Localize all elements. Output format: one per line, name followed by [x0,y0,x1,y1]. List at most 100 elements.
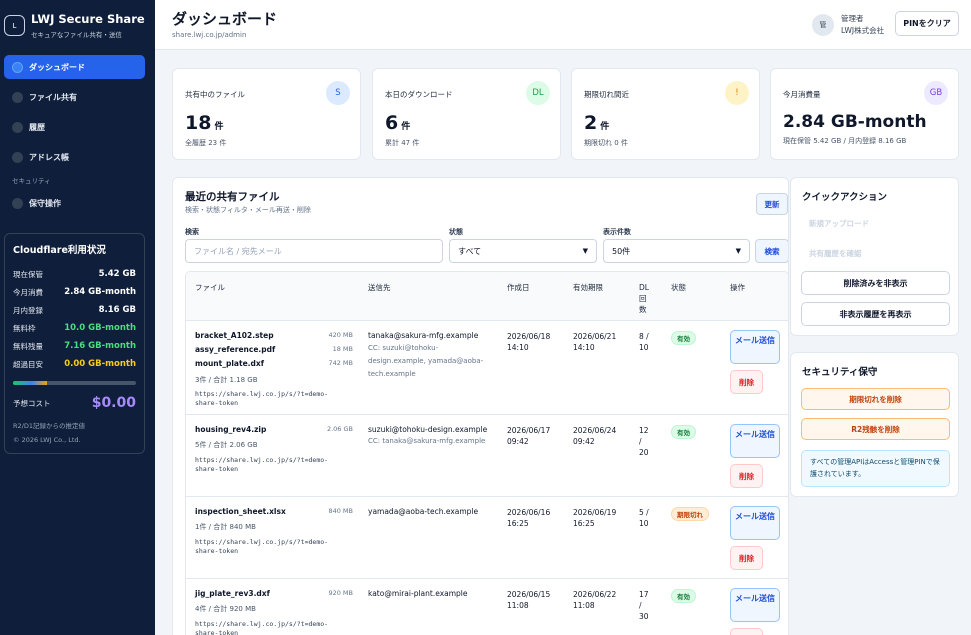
file-summary: 1件 / 合計 840 MB [195,523,256,531]
sidebar-item-maintenance[interactable]: 保守操作 [4,191,145,215]
created-date: 2026/06/18 14:10 [507,332,551,352]
search-input[interactable] [185,239,443,263]
delete-button[interactable]: 削除 [730,628,763,635]
expires-date: 2026/06/22 11:08 [573,590,617,610]
stat-number: 2.84 GB-month [783,112,927,132]
security-maintenance-panel: セキュリティ保守 期限切れを削除 R2残骸を削除 すべての管理APIはAcces… [790,352,959,497]
file-name: bracket_A102.step [195,331,274,340]
brand-title: LWJ Secure Share [31,12,145,26]
usage-label: 今月消費 [13,287,43,297]
share-link[interactable]: https://share.lwj.co.jp/s/?t=demo-share-… [195,620,345,635]
stat-unit: 件 [600,122,610,132]
stat-number: 2 [584,112,598,134]
stat-sub: 期限切れ 0 件 [584,139,628,147]
hide-deleted-button[interactable]: 削除済みを非表示 [801,271,950,295]
usage-row: 超過目安 0.00 GB-month [13,355,136,373]
dl-count: 8 / 10 [639,332,649,352]
cost-label: 予想コスト [13,398,51,408]
usage-progress-bar [13,381,136,385]
column-dl-count: DL回数 [639,283,649,314]
count-select[interactable]: 50件 ▼ [603,239,750,263]
stat-card-downloads: DL 本日のダウンロード 6件 累計 47 件 [372,68,561,160]
show-hidden-history-button[interactable]: 非表示履歴を再表示 [801,302,950,326]
stat-card-expiring: ! 期限切れ間近 2件 期限切れ 0 件 [571,68,760,160]
file-summary: 4件 / 合計 920 MB [195,605,256,613]
security-title: セキュリティ保守 [802,367,878,378]
stat-label: 期限切れ間近 [584,90,629,99]
usage-label: 現在保管 [13,269,43,279]
send-mail-button[interactable]: メール送信 [730,588,780,622]
file-name: assy_reference.pdf [195,345,276,354]
sidebar-item-label: アドレス帳 [29,152,69,162]
file-size: 742 MB [328,359,353,367]
brand: L LWJ Secure Share セキュアなファイル共有・送信 [0,0,155,39]
stat-card-shared-files: S 共有中のファイル 18 件 全履歴 23 件 [172,68,361,160]
security-note: すべての管理APIはAccessと管理PINで保護されています。 [801,450,950,487]
sidebar-item-address-book[interactable]: アドレス帳 [4,145,145,169]
delete-r2-orphans-button[interactable]: R2残骸を削除 [801,418,950,440]
file-share-icon [12,91,23,103]
sidebar-item-history[interactable]: 履歴 [4,115,145,139]
search-label: 検索 [185,228,199,236]
cloudflare-usage-panel: Cloudflare利用状況 現在保管 5.42 GB 今月消費 2.84 GB-m… [4,233,145,454]
stat-sub: 現在保管 5.42 GB / 月内登録 8.16 GB [783,137,907,145]
share-link[interactable]: https://share.lwj.co.jp/s/?t=demo-share-… [195,456,345,474]
send-mail-button[interactable]: メール送信 [730,330,780,364]
stat-value: 6件 [385,112,548,134]
created-date: 2026/06/17 09:42 [507,426,551,446]
status-badge: 有効 [671,331,696,345]
header: ダッシュボード share.lwj.co.jp/admin 管 管理者 LWJ株… [155,0,971,50]
avatar: 管 [812,14,834,36]
usage-label: 月内登録 [13,305,43,315]
refresh-button[interactable]: 更新 [756,193,788,215]
send-mail-button[interactable]: メール送信 [730,506,780,540]
chevron-down-icon: ▼ [735,247,741,255]
table-row: bracket_A102.step 420 MB assy_reference.… [186,321,788,415]
sidebar-item-label: 履歴 [29,122,45,132]
warning-icon: ! [725,81,749,105]
delete-button[interactable]: 削除 [730,370,763,394]
file-size: 920 MB [328,589,353,597]
file-name: jig_plate_rev3.dxf [195,589,270,598]
send-mail-button[interactable]: メール送信 [730,424,780,458]
recipient: yamada@aoba-tech.example [368,507,479,516]
status-select[interactable]: すべて ▼ [449,239,597,263]
cost-value: $0.00 [91,395,136,411]
sidebar-item-file-share[interactable]: ファイル共有 [4,85,145,109]
stat-value: 2件 [584,112,747,134]
recent-files-panel: 最近の共有ファイル 検索・状態フィルタ・メール再送・削除 更新 検索 状態 表示… [172,177,789,635]
count-select-value: 50件 [612,246,631,256]
cc-recipients: CC: tanaka@sakura-mfg.example [368,437,486,445]
stat-label: 今月消費量 [783,90,821,99]
usage-label: 無料枠 [13,323,36,333]
clear-pin-button[interactable]: PINをクリア [895,11,959,36]
table-header: ファイル 送信先 作成日 有効期限 DL回数 状態 操作 [186,272,788,321]
file-size: 18 MB [332,345,353,353]
table-row: jig_plate_rev3.dxf 920 MB 4件 / 合計 920 MB… [186,579,788,635]
sidebar-item-label: ダッシュボード [29,62,85,72]
usage-label: 超過目安 [13,359,43,369]
stat-number: 18 [185,112,212,134]
delete-expired-button[interactable]: 期限切れを削除 [801,388,950,410]
sidebar-item-dashboard[interactable]: ダッシュボード [4,55,145,79]
file-summary: 3件 / 合計 1.18 GB [195,376,258,384]
count-label: 表示件数 [603,228,631,236]
usage-value: 5.42 GB [98,269,136,279]
search-button[interactable]: 検索 [755,239,788,263]
storage-icon: GB [924,81,948,105]
column-expires: 有効期限 [573,283,603,292]
column-created: 作成日 [507,283,530,292]
dl-count: 17 / 30 [639,590,649,621]
delete-button[interactable]: 削除 [730,464,763,488]
table-row: inspection_sheet.xlsx 840 MB 1件 / 合計 840… [186,497,788,579]
share-link[interactable]: https://share.lwj.co.jp/s/?t=demo-share-… [195,538,345,556]
share-link[interactable]: https://share.lwj.co.jp/s/?t=demo-share-… [195,390,345,408]
file-name: inspection_sheet.xlsx [195,507,286,516]
recipient: suzuki@tohoku-design.example [368,425,488,434]
history-icon [12,121,23,133]
check-history-link: 共有履歴を確認 [809,249,862,258]
stat-label: 共有中のファイル [185,90,245,99]
usage-label: 無料残量 [13,341,43,351]
delete-button[interactable]: 削除 [730,546,763,570]
expires-date: 2026/06/21 14:10 [573,332,617,352]
